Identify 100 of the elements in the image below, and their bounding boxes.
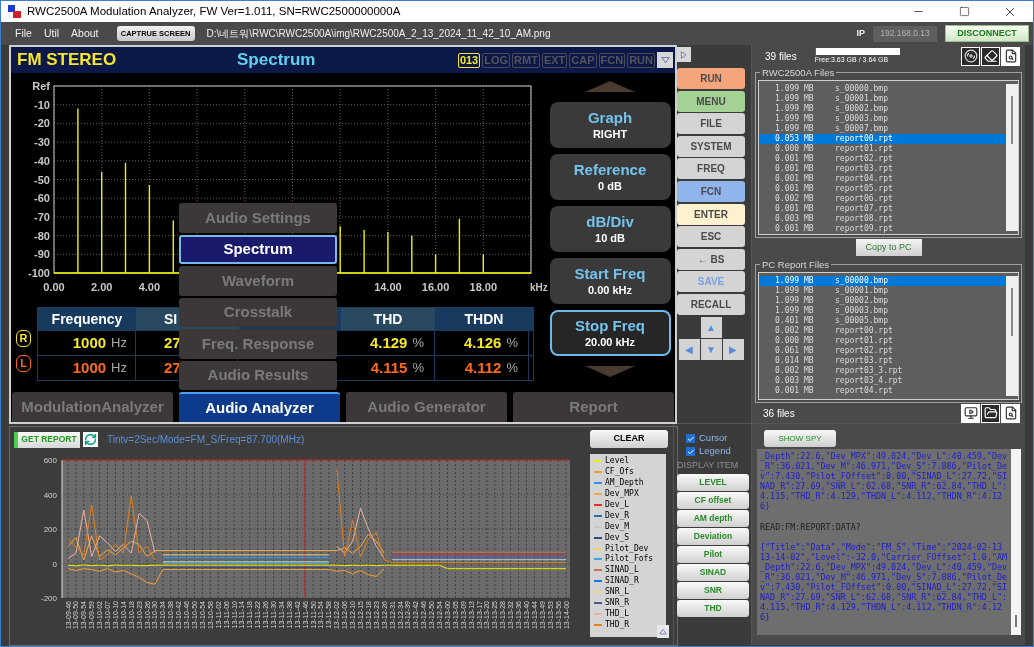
- checkbox[interactable]: [686, 434, 695, 443]
- file-row[interactable]: 1.099 MB s_00003.bmp: [759, 306, 1007, 316]
- hardware-key[interactable]: RUN: [677, 68, 745, 89]
- display-item-button[interactable]: CF offset: [677, 491, 749, 509]
- file-list[interactable]: [758, 80, 1019, 235]
- file-size: 1.099 MB: [775, 276, 815, 286]
- menu-option[interactable]: Audio Settings: [179, 203, 337, 233]
- file-row[interactable]: 1.099 MB s_00003.bmp: [759, 114, 1007, 124]
- file-row[interactable]: 0.001 MB report07.rpt: [759, 204, 1007, 214]
- cell-unit: %: [506, 334, 518, 353]
- file-row[interactable]: 0.002 MB report06.rpt: [759, 194, 1007, 204]
- menu-option[interactable]: Spectrum: [179, 234, 337, 264]
- tab[interactable]: Audio Generator: [346, 392, 507, 422]
- get-report-button[interactable]: GET REPORT: [14, 431, 80, 448]
- file-row[interactable]: 0.003 MB report08.rpt: [759, 214, 1007, 224]
- refresh-button[interactable]: [83, 432, 98, 447]
- file-name: report05.rpt: [835, 184, 893, 194]
- file-list[interactable]: [758, 272, 1019, 400]
- preview-button[interactable]: [961, 403, 980, 423]
- display-item-button[interactable]: AM depth: [677, 509, 749, 527]
- file-row[interactable]: 1.099 MB s_00000.bmp: [759, 276, 1007, 286]
- file-row[interactable]: 1.099 MB s_00001.bmp: [759, 94, 1007, 104]
- menu-option[interactable]: Waveform: [179, 266, 337, 296]
- file-row[interactable]: 0.001 MB report04.rpt: [759, 386, 1007, 396]
- scrollbar[interactable]: [1006, 84, 1018, 231]
- tab[interactable]: ModulationAnalyzer: [12, 392, 173, 422]
- file-row[interactable]: 0.003 MB report03_4.rpt: [759, 376, 1007, 386]
- display-item-button[interactable]: Pilot: [677, 545, 749, 563]
- hardware-key[interactable]: FCN: [677, 180, 745, 202]
- file-row[interactable]: 0.002 MB report03_3.rpt: [759, 366, 1007, 376]
- file-row[interactable]: 0.401 MB s_00005.bmp: [759, 316, 1007, 326]
- file-name: report01.rpt: [835, 144, 893, 154]
- file-row[interactable]: 0.061 MB report02.rpt: [759, 346, 1007, 356]
- scrollbar[interactable]: [1011, 449, 1021, 635]
- file-row[interactable]: 0.002 MB report00.rpt: [759, 326, 1007, 336]
- menu-item[interactable]: File: [9, 25, 38, 42]
- hardware-key[interactable]: MENU: [677, 90, 745, 112]
- copy-button[interactable]: Copy to PC: [855, 239, 922, 256]
- hardware-key[interactable]: RECALL: [677, 293, 745, 315]
- collapse-button[interactable]: [657, 52, 673, 68]
- display-item-button[interactable]: THD: [677, 599, 749, 617]
- file-row[interactable]: 0.001 MB report04.rpt: [759, 174, 1007, 184]
- tab[interactable]: Audio Analyzer: [179, 392, 340, 422]
- file-row[interactable]: 1.099 MB s_00002.bmp: [759, 104, 1007, 114]
- hardware-key[interactable]: FILE: [677, 113, 745, 135]
- soft-key[interactable]: Start Freq 0.00 kHz: [549, 258, 671, 304]
- soft-key[interactable]: Graph RIGHT: [549, 102, 671, 148]
- hardware-key[interactable]: ENTER: [677, 203, 745, 225]
- file-row[interactable]: 0.014 MB report03.rpt: [759, 356, 1007, 366]
- tab[interactable]: Report: [513, 392, 674, 422]
- scrollbar[interactable]: [1006, 276, 1018, 396]
- display-item-button[interactable]: Deviation: [677, 527, 749, 545]
- open-folder-button[interactable]: [981, 403, 1000, 423]
- menu-option[interactable]: Crosstalk: [179, 297, 337, 327]
- display-item-button[interactable]: LEVEL: [677, 473, 749, 491]
- expand-button[interactable]: [657, 625, 669, 638]
- file-row[interactable]: 0.001 MB report09.rpt: [759, 224, 1007, 234]
- file-row[interactable]: 0.000 MB report01.rpt: [759, 336, 1007, 346]
- scroll-up-icon[interactable]: [585, 81, 635, 92]
- file-name: report00.rpt: [835, 326, 893, 336]
- soft-key[interactable]: dB/Div 10 dB: [549, 206, 671, 252]
- menu-item[interactable]: About: [65, 25, 105, 42]
- file-name: report06.rpt: [835, 194, 893, 204]
- file-row[interactable]: 0.053 MB report00.rpt: [759, 134, 1007, 144]
- display-item-button[interactable]: SNR: [677, 581, 749, 599]
- disc-icon: [963, 49, 978, 63]
- display-item-button[interactable]: SINAD: [677, 563, 749, 581]
- file-row[interactable]: 1.099 MB s_00007.bmp: [759, 124, 1007, 134]
- file-row[interactable]: 0.001 MB report02.rpt: [759, 154, 1007, 164]
- cell-value: 27: [164, 332, 181, 353]
- report-info: Tintv=2Sec/Mode=FM_S/Freq=87.700(MHz): [107, 433, 305, 447]
- hardware-key[interactable]: FREQ: [677, 158, 745, 180]
- scroll-down-icon[interactable]: [585, 366, 635, 377]
- menu-item[interactable]: Util: [37, 25, 66, 42]
- search-file-button[interactable]: [1001, 403, 1020, 423]
- hardware-key[interactable]: SYSTEM: [677, 135, 745, 157]
- disconnect-button[interactable]: DISCONNECT: [945, 25, 1029, 42]
- checkbox[interactable]: [686, 447, 695, 456]
- file-name: s_00000.bmp: [835, 276, 888, 286]
- file-name: report02.rpt: [835, 346, 893, 356]
- file-row[interactable]: 0.000 MB report01.rpt: [759, 144, 1007, 154]
- menu-option[interactable]: Freq. Response: [179, 329, 337, 359]
- file-size: 0.053 MB: [775, 134, 815, 144]
- search-file-button[interactable]: [1001, 46, 1020, 66]
- menu-option[interactable]: Audio Results: [179, 360, 337, 390]
- hardware-key[interactable]: ← BS: [677, 248, 745, 270]
- erase-button[interactable]: [981, 46, 1000, 66]
- hardware-key[interactable]: ESC: [677, 226, 745, 248]
- expand-button[interactable]: [677, 47, 691, 62]
- clear-button[interactable]: CLEAR: [590, 430, 668, 448]
- file-row[interactable]: 0.001 MB report05.rpt: [759, 184, 1007, 194]
- show-spy-button[interactable]: SHOW SPY: [764, 430, 836, 447]
- disk-button[interactable]: [961, 46, 980, 66]
- file-row[interactable]: 1.099 MB s_00000.bmp: [759, 84, 1007, 94]
- soft-key[interactable]: Reference 0 dB: [549, 154, 671, 200]
- file-row[interactable]: 0.001 MB report03.rpt: [759, 164, 1007, 174]
- ip-field[interactable]: 192.168.0.13: [873, 25, 937, 42]
- file-row[interactable]: 1.099 MB s_00001.bmp: [759, 286, 1007, 296]
- soft-key[interactable]: Stop Freq 20.00 kHz: [549, 310, 671, 356]
- file-row[interactable]: 1.099 MB s_00002.bmp: [759, 296, 1007, 306]
